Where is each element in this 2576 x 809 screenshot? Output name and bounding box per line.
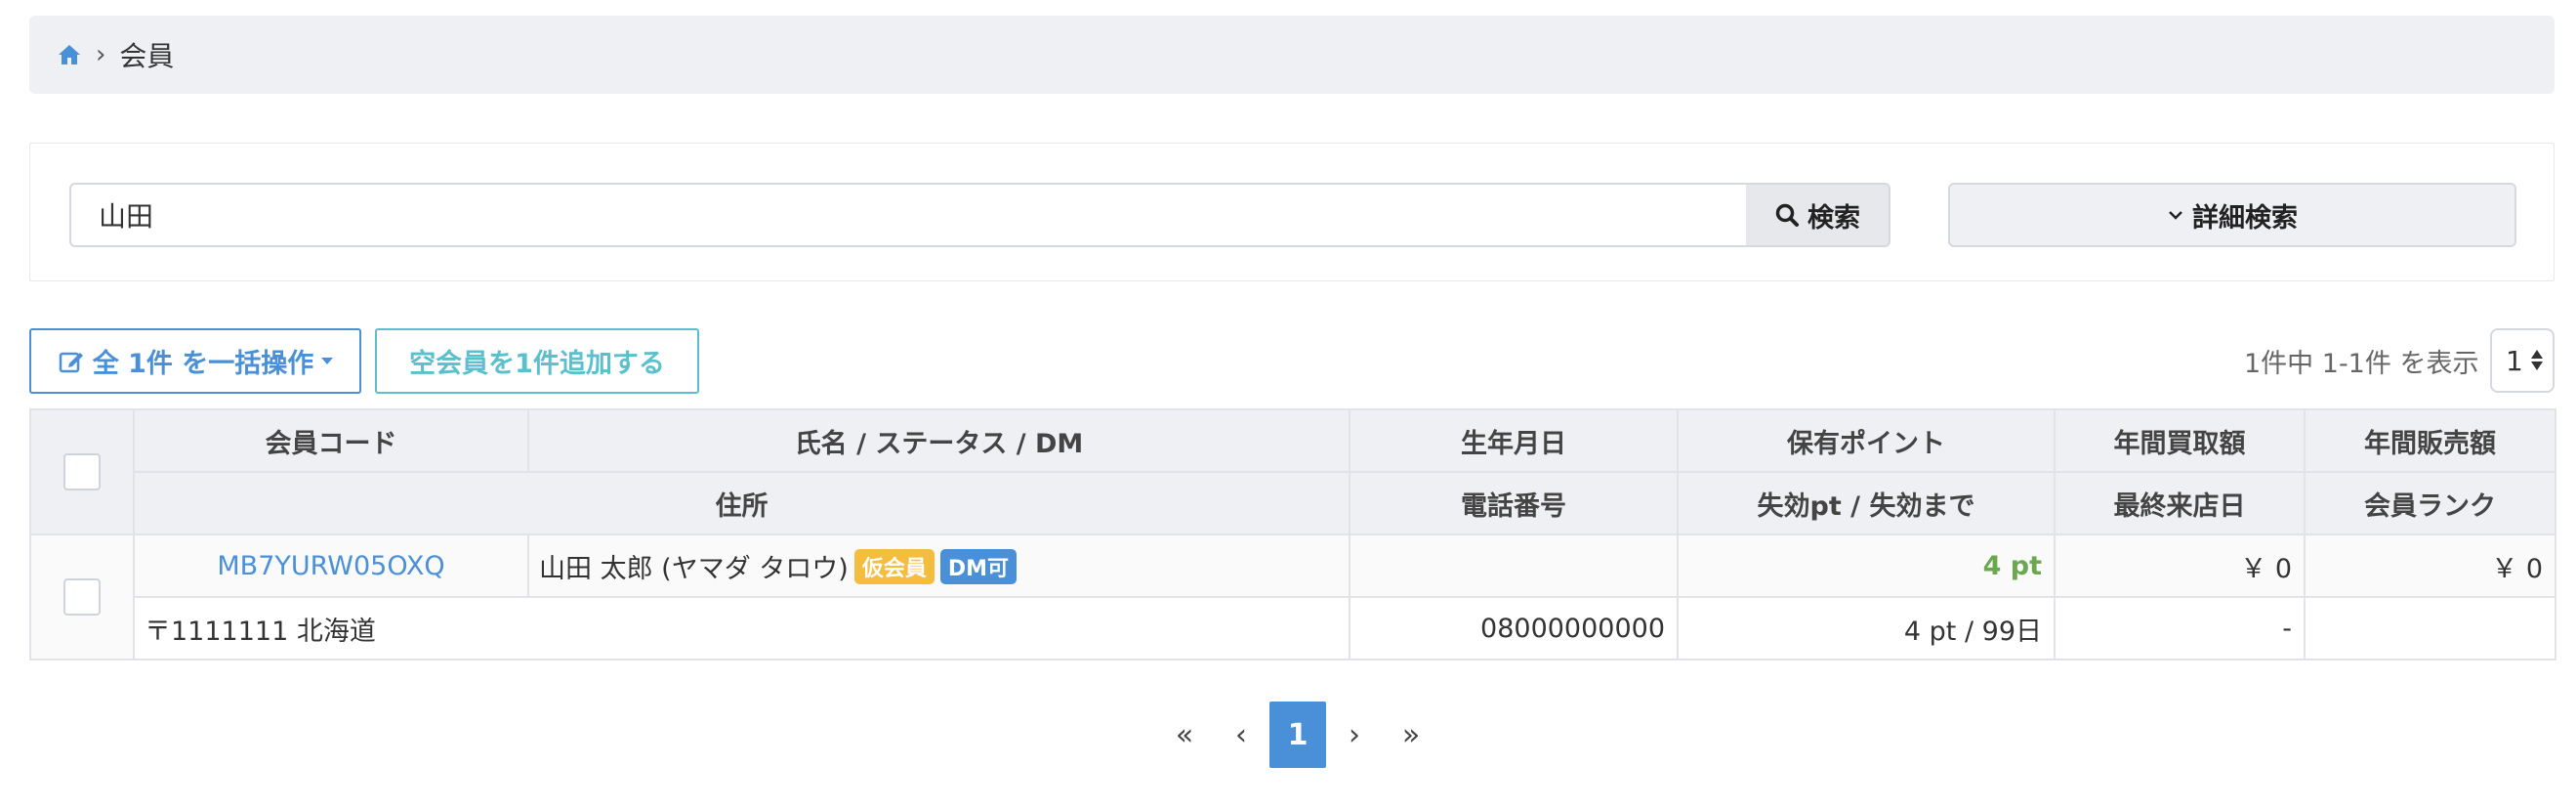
expiring-cell: 4 pt / 99日 [1677, 596, 2056, 660]
advanced-search-button[interactable]: 詳細検索 [1948, 183, 2516, 247]
result-count: 1件中 1-1件 を表示 [2244, 349, 2479, 379]
address-cell: 〒1111111 北海道 [133, 596, 1350, 660]
bulk-action-label: 全 1件 を一括操作 [92, 349, 314, 379]
points-cell: 4 pt [1677, 533, 2056, 598]
bulk-action-button[interactable]: 全 1件 を一括操作 [29, 328, 361, 394]
next-page-button[interactable]: › [1326, 702, 1383, 768]
search-icon [1775, 203, 1799, 227]
header-points[interactable]: 保有ポイント [1677, 408, 2056, 473]
per-page-value: 1 [2506, 344, 2523, 377]
per-page-select[interactable]: 1 [2490, 328, 2555, 393]
header-last-visit[interactable]: 最終来店日 [2054, 471, 2306, 535]
member-name-cell: 山田 太郎 (ヤマダ タロウ) 仮会員 DM可 [527, 533, 1350, 598]
pagination: « ‹ 1 › » [1156, 702, 1439, 768]
header-name-status-dm[interactable]: 氏名 / ステータス / DM [527, 408, 1350, 473]
advanced-search-label: 詳細検索 [2192, 202, 2298, 234]
annual-sales-cell: ￥ 0 [2304, 533, 2556, 598]
member-code-cell: MB7YURW05OXQ [133, 533, 529, 598]
member-name: 山田 太郎 (ヤマダ タロウ) [539, 553, 849, 584]
header-birthday[interactable]: 生年月日 [1349, 408, 1679, 473]
breadcrumb-current: 会員 [119, 40, 175, 72]
current-page-button[interactable]: 1 [1269, 702, 1326, 768]
search-button-label: 検索 [1807, 202, 1860, 234]
header-address[interactable]: 住所 [133, 471, 1350, 535]
annual-purchase-cell: ￥ 0 [2054, 533, 2306, 598]
header-phone[interactable]: 電話番号 [1349, 471, 1679, 535]
header-expiring[interactable]: 失効pt / 失効まで [1677, 471, 2056, 535]
select-all-checkbox[interactable] [63, 453, 101, 490]
chevron-down-icon [2169, 211, 2182, 220]
header-member-code[interactable]: 会員コード [133, 408, 529, 473]
members-table: 会員コード 氏名 / ステータス / DM 生年月日 保有ポイント 年間買取額 … [29, 408, 2556, 660]
row-select-cell [29, 533, 135, 660]
search-panel: 検索 詳細検索 [29, 143, 2555, 281]
search-button[interactable]: 検索 [1746, 183, 1890, 247]
select-all-cell [29, 408, 135, 535]
chevron-right-icon: › [96, 40, 106, 69]
row-checkbox[interactable] [63, 578, 101, 616]
header-annual-purchase[interactable]: 年間買取額 [2054, 408, 2306, 473]
birthday-cell [1349, 533, 1679, 598]
phone-cell: 08000000000 [1349, 596, 1679, 660]
home-icon[interactable] [57, 42, 82, 67]
status-badge: 仮会員 [853, 548, 935, 584]
dm-badge: DM可 [939, 548, 1017, 584]
table-row: MB7YURW05OXQ 山田 太郎 (ヤマダ タロウ) 仮会員 DM可 4 pt … [29, 533, 2556, 660]
prev-page-button[interactable]: ‹ [1213, 702, 1269, 768]
select-arrows-icon [2531, 350, 2543, 370]
first-page-button[interactable]: « [1156, 702, 1213, 768]
member-code-link[interactable]: MB7YURW05OXQ [217, 551, 444, 581]
last-visit-cell: - [2054, 596, 2306, 660]
last-page-button[interactable]: » [1383, 702, 1439, 768]
rank-cell [2304, 596, 2556, 660]
add-empty-member-button[interactable]: 空会員を1件追加する [375, 328, 699, 394]
breadcrumb: › 会員 [29, 16, 2555, 94]
header-rank[interactable]: 会員ランク [2304, 471, 2556, 535]
caret-down-icon [321, 358, 334, 364]
header-annual-sales[interactable]: 年間販売額 [2304, 408, 2556, 473]
search-input[interactable] [69, 183, 1776, 247]
edit-icon [59, 352, 83, 372]
table-row: 〒1111111 北海道 08000000000 4 pt / 99日 - [30, 596, 2556, 660]
